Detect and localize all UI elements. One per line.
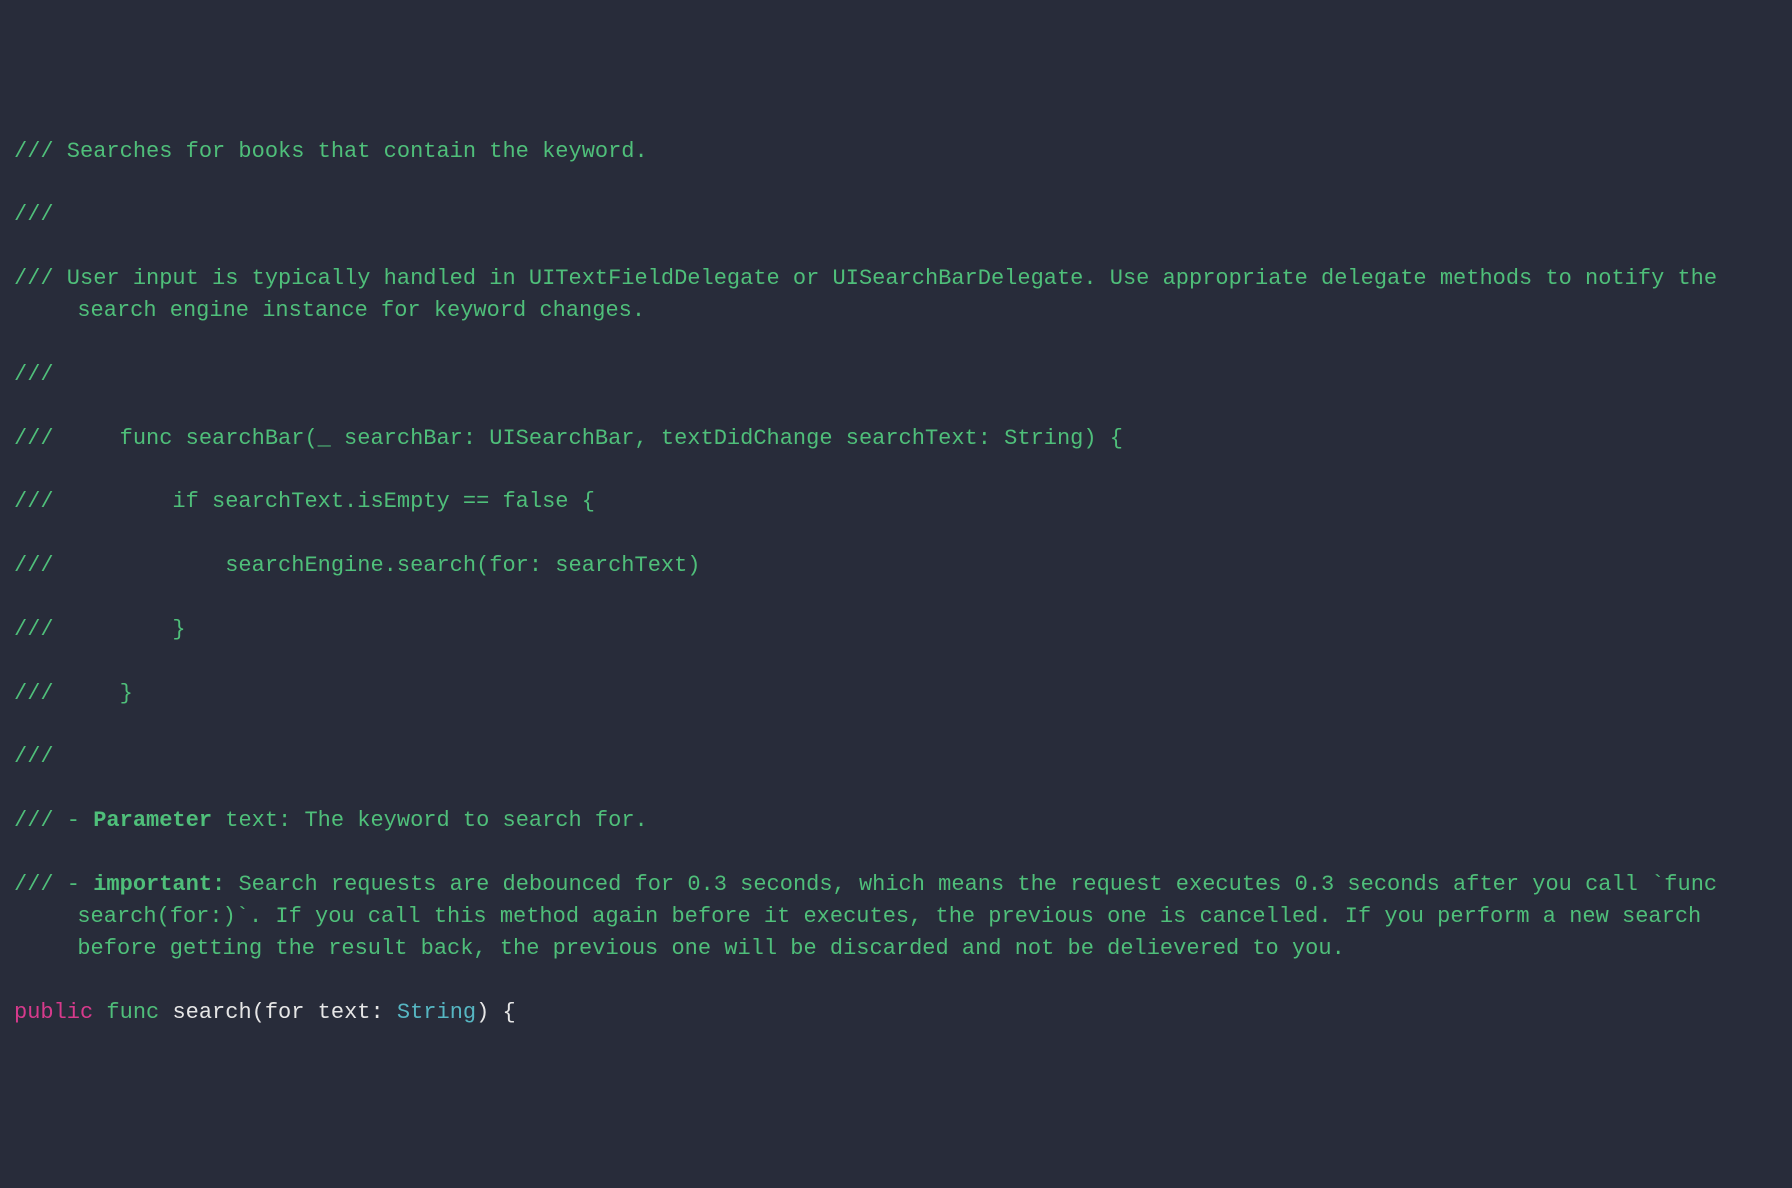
doc-text: Search requests are debounced for 0.3 se…: [77, 872, 1730, 961]
keyword-public: public: [14, 1000, 93, 1025]
type-string: String: [397, 1000, 476, 1025]
param-name-text: text: [318, 1000, 371, 1025]
paren-open: (: [252, 1000, 265, 1025]
keyword-func: func: [106, 1000, 159, 1025]
doc-comment-line-7: /// searchEngine.search(for: searchText): [14, 550, 1778, 582]
param-label-for: for: [265, 1000, 305, 1025]
doc-comment-line-1: /// Searches for books that contain the …: [14, 136, 1778, 168]
doc-comment-line-6: /// if searchText.isEmpty == false {: [14, 486, 1778, 518]
doc-prefix: /// -: [14, 808, 93, 833]
doc-comment-line-8: /// }: [14, 614, 1778, 646]
doc-comment-line-5: /// func searchBar(_ searchBar: UISearch…: [14, 423, 1778, 455]
space: [93, 1000, 106, 1025]
doc-comment-line-11: /// - Parameter text: The keyword to sea…: [14, 805, 1778, 837]
doc-prefix: /// -: [14, 872, 93, 897]
doc-comment-line-12: /// - important: Search requests are deb…: [14, 869, 1778, 965]
doc-text: text: The keyword to search for.: [212, 808, 648, 833]
doc-comment-line-10: ///: [14, 741, 1778, 773]
func-declaration-line: public func search(for text: String) {: [14, 997, 1778, 1029]
paren-close-brace: ) {: [476, 1000, 516, 1025]
func-name: search: [172, 1000, 251, 1025]
doc-comment-line-9: /// }: [14, 678, 1778, 710]
doc-tag-parameter: Parameter: [93, 808, 212, 833]
colon: :: [370, 1000, 396, 1025]
doc-tag-important: important:: [93, 872, 225, 897]
doc-comment-line-2: ///: [14, 199, 1778, 231]
doc-comment-line-3: /// User input is typically handled in U…: [14, 263, 1778, 327]
space: [304, 1000, 317, 1025]
space: [159, 1000, 172, 1025]
doc-comment-line-4: ///: [14, 359, 1778, 391]
